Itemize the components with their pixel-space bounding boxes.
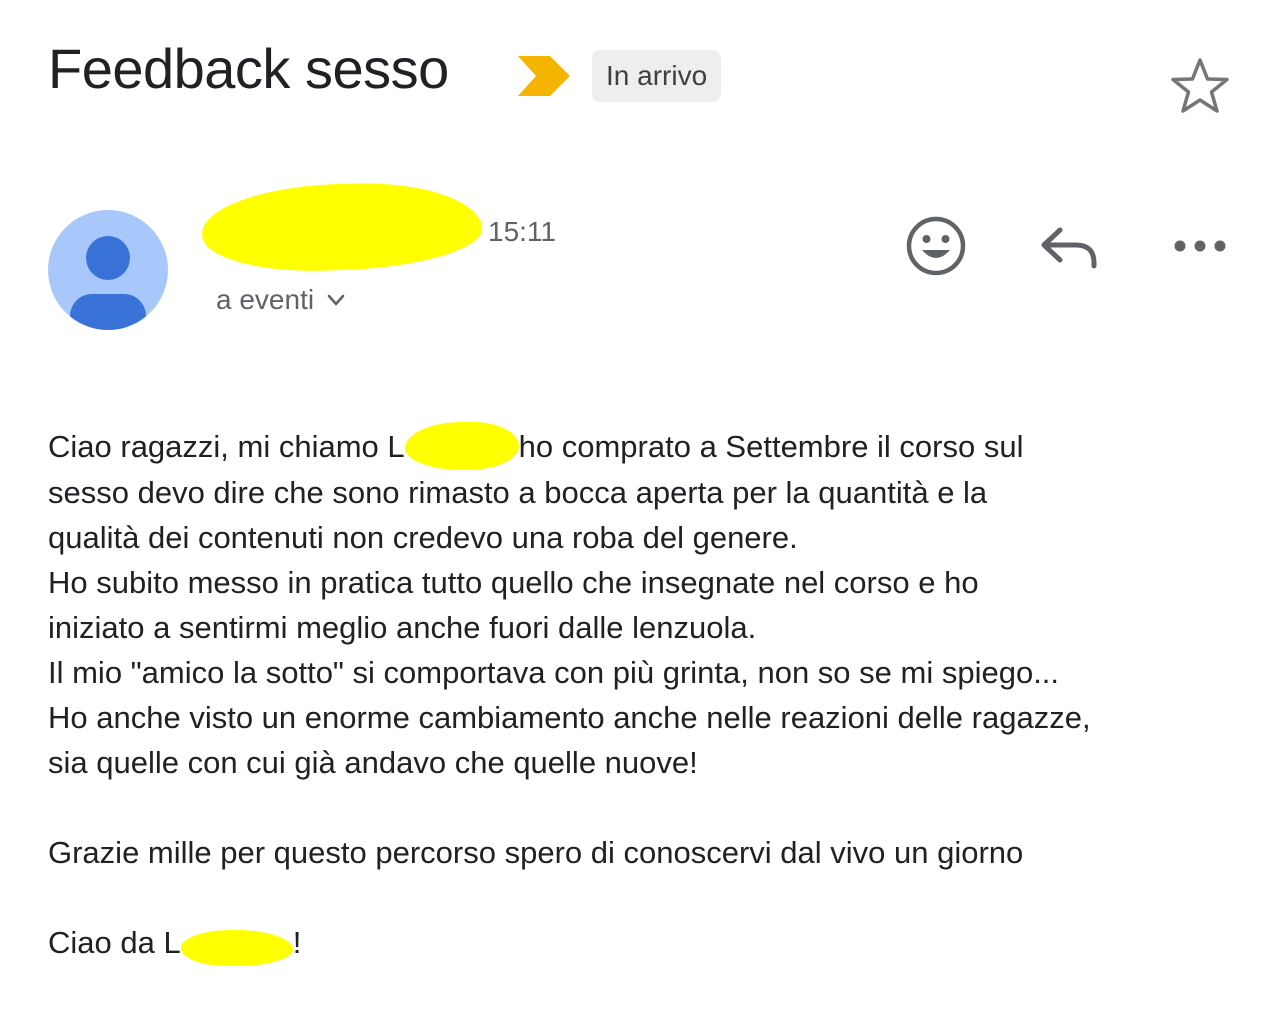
reply-icon[interactable] <box>1036 214 1100 278</box>
add-reaction-icon[interactable] <box>904 214 968 278</box>
email-subject: Feedback sesso <box>48 37 449 100</box>
message-body: Ciao ragazzi, mi chiamo L ho comprato a S… <box>48 421 1248 966</box>
sender-name-redaction <box>200 179 484 275</box>
signature-line: Ciao da L! <box>48 920 1248 966</box>
body-line: Il mio "amico la sotto" si comportava co… <box>48 654 1060 690</box>
body-text-segment: Ciao ragazzi, mi chiamo L <box>48 429 405 464</box>
body-line: qualità dei contenuti non credevo una ro… <box>48 519 798 555</box>
more-horizontal-icon[interactable] <box>1168 214 1232 278</box>
body-line: Grazie mille per questo percorso spero d… <box>48 834 1024 870</box>
message-time: 15:11 <box>488 216 556 247</box>
body-line: Ho subito messo in pratica tutto quello … <box>48 564 979 600</box>
recipient-details-toggle[interactable]: a eventi <box>216 284 346 316</box>
star-icon[interactable] <box>1168 56 1232 116</box>
name-redaction <box>404 421 519 470</box>
body-line: Ciao ragazzi, mi chiamo L ho comprato a S… <box>48 421 1248 470</box>
avatar-head-shape <box>86 236 130 280</box>
body-text-segment: ho comprato a Settembre il corso sul <box>518 429 1024 464</box>
body-line: iniziato a sentirmi meglio anche fuori d… <box>48 609 757 645</box>
recipient-label: a eventi <box>216 284 315 315</box>
body-line: Ho anche visto un enorme cambiamento anc… <box>48 699 1091 735</box>
body-line: sesso devo dire che sono rimasto a bocca… <box>48 474 988 510</box>
avatar-shoulders-shape <box>70 294 146 330</box>
body-line: sia quelle con cui già andavo che quelle… <box>48 744 698 780</box>
name-redaction <box>180 929 293 966</box>
body-text-segment: Ciao da L <box>48 924 181 960</box>
importance-marker-icon[interactable] <box>516 54 572 98</box>
label-inbox-chip[interactable]: In arrivo <box>592 50 722 102</box>
body-text-segment: ! <box>292 924 302 960</box>
sender-avatar[interactable] <box>48 210 168 330</box>
chevron-down-icon <box>327 294 345 306</box>
